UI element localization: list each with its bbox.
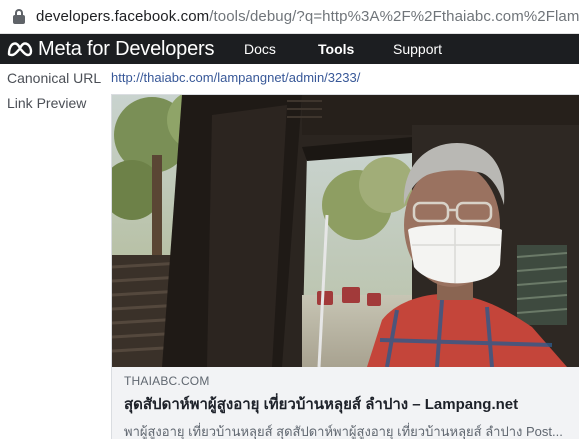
nav-tools-link[interactable]: Tools (318, 41, 354, 57)
brand-name: Meta for Developers (38, 37, 215, 60)
preview-title[interactable]: สุดสัปดาห์พาผู้สูงอายุ เที่ยวบ้านหลุยส์ … (124, 392, 579, 416)
preview-domain: THAIABC.COM (124, 374, 210, 388)
url-host: developers.facebook.com (36, 8, 210, 25)
url-text[interactable]: developers.facebook.com/tools/debug/?q=h… (36, 8, 579, 25)
preview-caption[interactable]: THAIABC.COM สุดสัปดาห์พาผู้สูงอายุ เที่ย… (112, 367, 579, 439)
canonical-url-label: Canonical URL (7, 70, 102, 86)
canonical-url-link[interactable]: http://thaiabc.com/lampangnet/admin/3233… (111, 70, 360, 85)
top-navigation: Meta for Developers Docs Tools Support (0, 34, 579, 64)
url-path: /tools/debug/?q=http%3A%2F%2Fthaiabc.com… (209, 8, 579, 25)
brand-link[interactable]: Meta for Developers (0, 34, 214, 64)
link-preview-label: Link Preview (7, 95, 87, 111)
meta-logo-icon (7, 42, 33, 57)
lock-icon[interactable] (12, 8, 26, 25)
preview-image[interactable] (112, 95, 579, 367)
preview-description: พาผู้สูงอายุ เที่ยวบ้านหลุยส์ สุดสัปดาห์… (124, 424, 563, 439)
address-bar[interactable]: developers.facebook.com/tools/debug/?q=h… (0, 0, 579, 34)
nav-support-link[interactable]: Support (393, 41, 442, 57)
nav-docs-link[interactable]: Docs (244, 41, 276, 57)
link-preview-card[interactable]: THAIABC.COM สุดสัปดาห์พาผู้สูงอายุ เที่ย… (111, 94, 579, 439)
